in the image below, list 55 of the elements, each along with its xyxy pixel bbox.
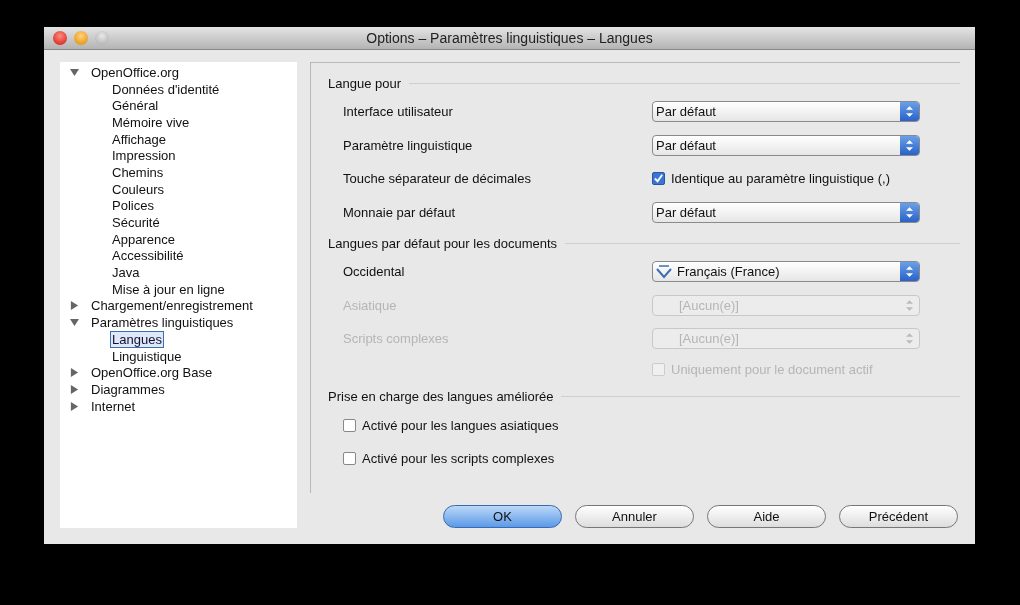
checkbox[interactable]	[343, 452, 356, 466]
tree-item[interactable]: Paramètres linguistiques	[90, 315, 235, 331]
checkbox[interactable]	[652, 172, 665, 186]
expanded-triangle-icon[interactable]	[70, 318, 79, 328]
collapsed-triangle-icon[interactable]	[70, 384, 79, 394]
section-title: Langue pour	[328, 75, 401, 91]
checkbox-label: Activé pour les langues asiatiques	[362, 417, 559, 433]
collapsed-triangle-icon[interactable]	[70, 401, 79, 411]
tree-item[interactable]: OpenOffice.org	[90, 64, 180, 80]
checkbox-label: Activé pour les scripts complexes	[362, 451, 555, 467]
tree-item[interactable]: Affichage	[111, 131, 167, 147]
collapsed-triangle-icon[interactable]	[70, 301, 79, 311]
dropdown[interactable]: Par défaut	[652, 201, 920, 223]
tree-item[interactable]: Internet	[90, 398, 137, 414]
tree-item[interactable]: Sécurité	[111, 215, 161, 231]
checkbox-label: Identique au paramètre linguistique (,)	[671, 171, 890, 187]
tree-item[interactable]: Mémoire vive	[111, 114, 191, 130]
tree-item[interactable]: Mise à jour en ligne	[111, 281, 226, 297]
stepper-arrows-icon[interactable]	[900, 135, 919, 155]
field-label: Touche séparateur de décimales	[343, 171, 532, 187]
tree-item[interactable]: Polices	[111, 198, 155, 214]
section-title: Prise en charge des langues améliorée	[328, 389, 554, 404]
stepper-arrows-icon[interactable]	[900, 262, 919, 282]
dialog-button[interactable]: Précédent	[839, 505, 958, 528]
field-label: Interface utilisateur	[343, 104, 454, 120]
collapsed-triangle-icon[interactable]	[70, 368, 79, 378]
dialog-button[interactable]: OK	[443, 505, 562, 528]
checkbox[interactable]	[343, 418, 356, 432]
close-button[interactable]	[53, 31, 67, 45]
tree-item[interactable]: Linguistique	[111, 348, 183, 364]
tree-item[interactable]: Apparence	[111, 231, 176, 247]
field-label: Occidental	[343, 264, 406, 280]
tree-item[interactable]: Langues	[111, 331, 163, 347]
dropdown[interactable]: Par défaut	[652, 101, 920, 123]
tree-item[interactable]: Chemins	[111, 164, 165, 180]
tree-item[interactable]: Couleurs	[111, 181, 166, 197]
expanded-triangle-icon[interactable]	[70, 67, 79, 77]
tree-item[interactable]: Chargement/enregistrement	[90, 298, 254, 314]
tree-item[interactable]: Impression	[111, 148, 177, 164]
tree-item[interactable]: Général	[111, 98, 160, 114]
stepper-arrows-icon[interactable]	[900, 202, 919, 222]
field-label: Paramètre linguistique	[343, 137, 474, 153]
tree-item[interactable]: Diagrammes	[90, 381, 166, 397]
dropdown[interactable]: Français (France)	[652, 261, 920, 283]
tree-item[interactable]: Accessibilité	[111, 248, 185, 264]
stepper-arrows-icon[interactable]	[900, 102, 919, 122]
tree-item[interactable]: Données d'identité	[111, 81, 221, 97]
dropdown[interactable]: Par défaut	[652, 134, 920, 156]
tree-item[interactable]: Java	[111, 265, 141, 281]
dialog-button[interactable]: Aide	[707, 505, 826, 528]
field-label: Monnaie par défaut	[343, 204, 457, 220]
section-title: Langues par défaut pour les documents	[328, 235, 558, 251]
window-title: Options – Paramètres linguistiques – Langues	[366, 30, 653, 46]
tree-item[interactable]: OpenOffice.org Base	[90, 365, 214, 381]
dialog-button[interactable]: Annuler	[575, 505, 694, 528]
